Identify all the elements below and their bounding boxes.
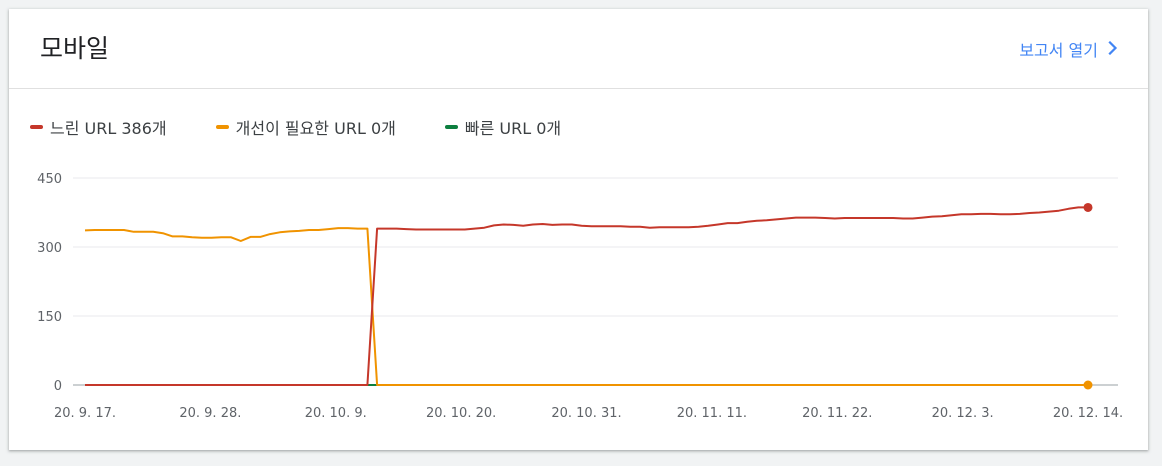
report-card: 모바일 보고서 열기 느린 URL 386개 개선이 필요한 URL 0개 빠른… (9, 9, 1148, 450)
x-tick-label: 20. 11. 11. (677, 406, 747, 421)
x-tick-label: 20. 9. 28. (179, 406, 241, 421)
line-chart: 450 300 150 0 20. 9. 17. 20. 9. 28. 20. 10. 9.… (37, 172, 1123, 421)
x-tick-label: 20. 10. 31. (551, 406, 621, 421)
x-tick-label: 20. 12. 3. (932, 406, 994, 421)
x-tick-label: 20. 10. 9. (305, 406, 367, 421)
y-tick-label: 0 (54, 379, 62, 394)
y-tick-label: 300 (37, 241, 62, 256)
y-tick-label: 450 (37, 172, 62, 187)
series-line (84, 227, 1088, 386)
x-tick-label: 20. 9. 17. (54, 406, 116, 421)
y-tick-label: 150 (37, 310, 62, 325)
series-end-point (1083, 380, 1093, 390)
x-tick-label: 20. 10. 20. (426, 406, 496, 421)
x-tick-label: 20. 11. 22. (802, 406, 872, 421)
series-end-point (1083, 202, 1093, 212)
series-line (85, 206, 1088, 386)
x-tick-label: 20. 12. 14. (1053, 406, 1123, 421)
